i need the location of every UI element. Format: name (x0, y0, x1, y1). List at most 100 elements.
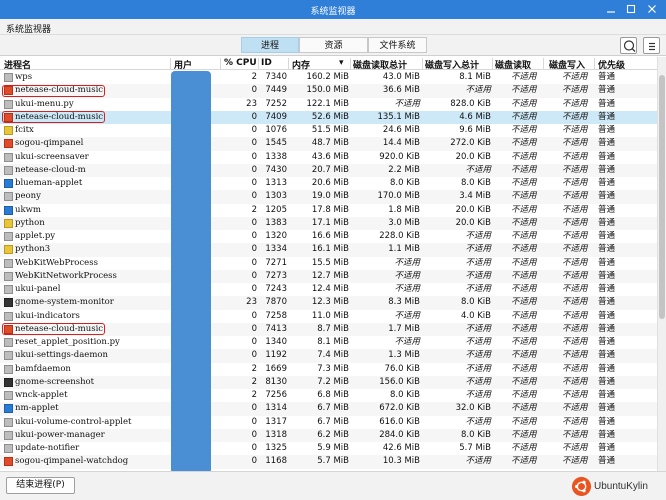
process-name: ukui-settings-daemon (15, 350, 108, 361)
table-row[interactable]: ukwm 2 1205 17.8 MiB 1.8 MiB 20.0 KiB 不适用 不适用 普通 (0, 204, 657, 217)
table-row[interactable]: WebKitNetworkProcess 0 7273 12.7 MiB 不适用 不适用 不… (0, 269, 657, 284)
table-row[interactable]: wps 2 7340 160.2 MiB 43.0 MiB 8.1 MiB 不适用 不适用 普通 (0, 71, 657, 84)
process-icon (4, 444, 13, 453)
cell-rtotal: 43.0 MiB (382, 72, 420, 82)
column-header-id[interactable]: ID (261, 58, 272, 68)
cell-id: 1313 (265, 178, 287, 188)
table-row[interactable]: python 0 1383 17.1 MiB 3.0 MiB 20.0 KiB 不适用 不适用… (0, 216, 657, 231)
process-name: fcitx (15, 125, 34, 135)
column-header-memory[interactable]: 内存 (292, 58, 310, 71)
close-button[interactable] (645, 2, 659, 16)
column-header-user[interactable]: 用户 (174, 58, 192, 71)
column-header-priority[interactable]: 优先级 (598, 58, 625, 71)
cell-cpu: 2 (251, 363, 257, 374)
table-row[interactable]: python3 0 1334 16.1 MiB 1.1 MiB 不适用 不适用 不适用 普通 (0, 243, 657, 257)
cell-mem: 20.7 MiB (311, 164, 349, 175)
app-menu-label[interactable]: 系统监视器 (6, 22, 51, 35)
table-row[interactable]: wnck-applet 2 7256 6.8 MiB 8.0 KiB 不适用 不适用 不适用普… (0, 389, 657, 402)
search-button[interactable] (620, 37, 637, 54)
cell-disk-read: 不适用 (511, 125, 537, 135)
table-row[interactable]: gnome-screenshot 2 8130 7.2 MiB 156.0 KiB 不适用… (0, 375, 657, 390)
cell-id: 1076 (265, 125, 287, 135)
table-row[interactable]: netease-cloud-music 0 7449 150.0 MiB 36.6 Mi… (0, 84, 657, 98)
cell-disk-read: 不适用 (511, 350, 537, 361)
cell-disk-read: 不适用 (511, 178, 537, 188)
tab-resources[interactable]: 资源 (299, 37, 368, 53)
cell-priority: 普通 (598, 164, 616, 175)
table-row[interactable]: ukui-volume-control-applet 0 1317 6.7 MiB 61… (0, 416, 657, 429)
table-row[interactable]: peony 0 1303 19.0 MiB 170.0 MiB 3.4 MiB 不适用 不适用… (0, 190, 657, 204)
tab-file-systems[interactable]: 文件系统 (368, 37, 427, 53)
cell-disk-write: 不适用 (562, 350, 588, 361)
table-row[interactable]: netease-cloud-music 0 7413 8.7 MiB 1.7 MiB 不适… (0, 322, 657, 337)
column-header-disk-read[interactable]: 磁盘读取 (495, 58, 531, 71)
maximize-button[interactable] (624, 2, 638, 16)
cell-id: 7273 (265, 270, 287, 281)
menu-button[interactable] (643, 37, 660, 54)
table-row[interactable]: netease-cloud-m 0 7430 20.7 MiB 2.2 MiB 不适用 不适… (0, 163, 657, 178)
table-row[interactable]: ukui-indicators 0 7258 11.0 MiB 不适用 4.0 KiB 不适… (0, 310, 657, 323)
process-name: blueman-applet (15, 178, 83, 188)
cell-wtotal: 不适用 (465, 164, 491, 175)
cell-priority: 普通 (598, 416, 616, 427)
table-row[interactable]: ukui-power-manager 0 1318 6.2 MiB 284.0 KiB 8… (0, 428, 657, 443)
table-row[interactable]: fcitx 0 1076 51.5 MiB 24.6 MiB 9.6 MiB 不适用 不适用普… (0, 124, 657, 137)
close-icon (648, 5, 656, 13)
cell-rtotal: 672.0 KiB (379, 403, 420, 414)
table-row[interactable]: ukui-panel 0 7243 12.4 MiB 不适用 不适用 不适用 不适用 普通 (0, 283, 657, 296)
cell-priority: 普通 (598, 390, 616, 400)
cell-priority: 普通 (598, 191, 616, 202)
cell-disk-write: 不适用 (562, 204, 588, 215)
table-row[interactable]: sogou-qimpanel 0 1545 48.7 MiB 14.4 MiB 272.0… (0, 137, 657, 151)
cell-wtotal: 不适用 (465, 257, 491, 268)
table-row[interactable]: sogou-qimpanel-watchdog 0 1168 5.7 MiB 10.3 … (0, 455, 657, 469)
cell-id: 1320 (265, 231, 287, 241)
cell-rtotal: 不适用 (394, 257, 420, 268)
cell-disk-write: 不适用 (562, 191, 588, 202)
annotation-highlight-box (2, 111, 105, 124)
scrollbar-thumb[interactable] (659, 75, 665, 319)
cell-priority: 普通 (598, 363, 616, 374)
cell-priority: 普通 (598, 111, 616, 122)
table-row[interactable]: blueman-applet 0 1313 20.6 MiB 8.0 KiB 8.0 Ki… (0, 177, 657, 190)
cell-mem: 150.0 MiB (306, 85, 349, 96)
cell-cpu: 0 (251, 257, 257, 268)
table-row[interactable]: WebKitWebProcess 0 7271 15.5 MiB 不适用 不适用 不适用 不适… (0, 257, 657, 270)
cell-cpu: 0 (251, 416, 257, 427)
table-row[interactable]: nm-applet 0 1314 6.7 MiB 672.0 KiB 32.0 KiB 不适… (0, 402, 657, 416)
column-header-disk-read-total[interactable]: 磁盘读取总计 (353, 58, 407, 71)
cell-disk-read: 不适用 (511, 363, 537, 374)
column-header-disk-write-total[interactable]: 磁盘写入总计 (425, 58, 479, 71)
cell-id: 1669 (265, 363, 287, 374)
cell-rtotal: 228.0 KiB (379, 231, 420, 241)
process-name: bamfdaemon (15, 363, 71, 374)
cell-disk-write: 不适用 (562, 98, 588, 109)
cell-id: 7256 (265, 390, 287, 400)
process-name: WebKitNetworkProcess (15, 270, 117, 281)
end-process-button[interactable]: 结束进程(P) (6, 477, 75, 494)
column-header-disk-write[interactable]: 磁盘写入 (549, 58, 585, 71)
cell-cpu: 2 (251, 204, 257, 215)
tab-processes[interactable]: 进程 (241, 37, 299, 53)
process-icon (4, 285, 13, 294)
vertical-scrollbar[interactable] (657, 57, 666, 471)
table-row[interactable]: ukui-settings-daemon 0 1192 7.4 MiB 1.3 MiB 不… (0, 349, 657, 363)
table-row[interactable]: netease-cloud-music 0 7409 52.6 MiB 135.1 Mi… (0, 110, 657, 125)
cell-disk-read: 不适用 (511, 204, 537, 215)
table-row[interactable]: ukui-menu.py 23 7252 122.1 MiB 不适用 828.0 KiB 不… (0, 98, 657, 111)
process-name: gnome-system-monitor (15, 297, 114, 308)
process-icon (4, 311, 13, 321)
table-row[interactable]: update-notifier 0 1325 5.9 MiB 42.6 MiB 5.7 M… (0, 442, 657, 455)
table-row[interactable]: reset_applet_position.py 0 1340 8.1 MiB 不适用 不… (0, 336, 657, 349)
column-header-cpu[interactable]: % CPU (224, 58, 257, 68)
table-row[interactable]: ukui-screensaver 0 1338 43.6 MiB 920.0 KiB 20… (0, 151, 657, 164)
column-header-name[interactable]: 进程名 (4, 58, 31, 71)
table-row[interactable]: applet.py 0 1320 16.6 MiB 228.0 KiB 不适用 不适用 不适用… (0, 230, 657, 243)
table-row[interactable]: gnome-system-monitor 23 7870 12.3 MiB 8.3 Mi… (0, 296, 657, 310)
cell-cpu: 2 (251, 390, 257, 400)
cell-mem: 19.0 MiB (311, 191, 349, 202)
table-row[interactable]: bamfdaemon 2 1669 7.3 MiB 76.0 KiB 不适用 不适用 不适用普… (0, 363, 657, 376)
process-name: ukui-power-manager (15, 429, 105, 440)
minimize-button[interactable] (604, 2, 618, 16)
cell-wtotal: 20.0 KiB (455, 151, 491, 162)
